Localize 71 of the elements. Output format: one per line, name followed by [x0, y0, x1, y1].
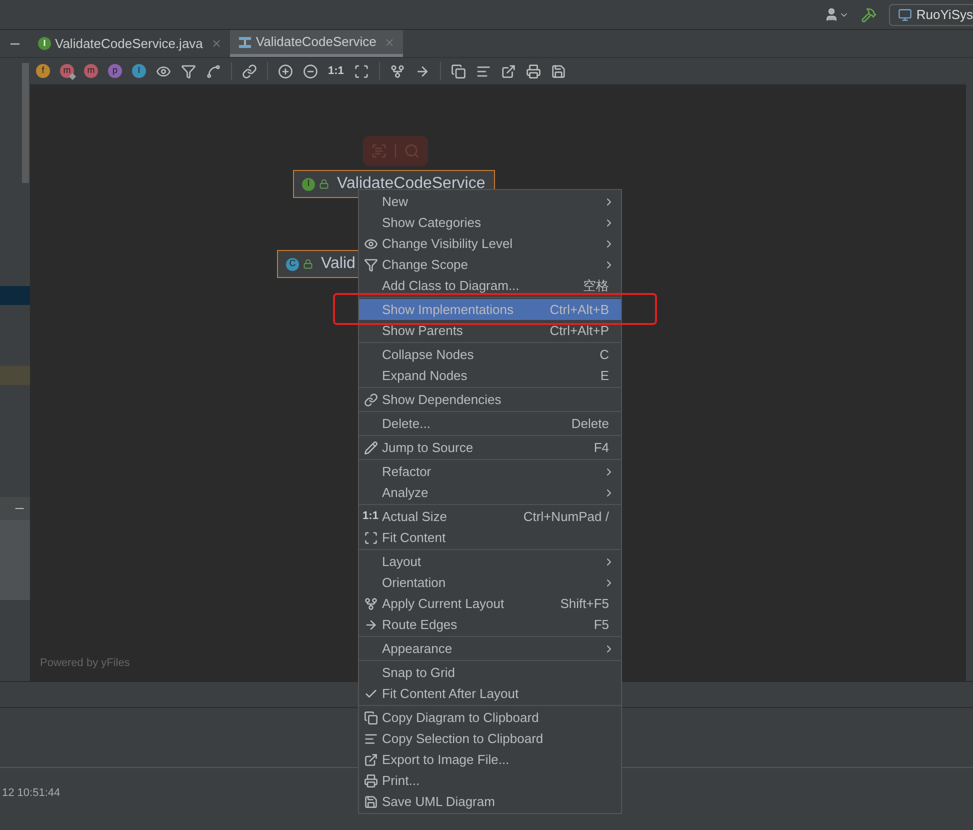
menu-item[interactable]: Fit Content — [359, 527, 621, 548]
menu-item[interactable]: Show Categories — [359, 212, 621, 233]
scrollbar[interactable] — [22, 63, 29, 183]
interface-badge-icon: I — [38, 37, 51, 50]
canvas-footer: Powered by yFiles — [40, 654, 130, 671]
fit-content-icon — [364, 530, 378, 544]
menu-item[interactable]: Route Edges F5 — [359, 614, 621, 635]
menu-item[interactable]: Appearance — [359, 638, 621, 659]
print-icon — [364, 774, 378, 788]
menu-item[interactable]: Show Parents Ctrl+Alt+P — [359, 320, 621, 341]
member-filter-icon[interactable]: m — [60, 64, 74, 78]
node-type-icon: I — [302, 178, 315, 190]
menu-item[interactable]: Collapse Nodes C — [359, 344, 621, 365]
user-icon[interactable] — [824, 7, 850, 22]
actual-size-button[interactable]: 1:1 — [328, 62, 344, 80]
menu-item[interactable]: Print... — [359, 770, 621, 791]
diagram-icon — [238, 36, 252, 48]
menu-item[interactable]: Save UML Diagram — [359, 791, 621, 812]
pencil-icon — [364, 440, 378, 454]
menu-item[interactable]: Layout — [359, 551, 621, 572]
member-filter-icon[interactable]: f — [36, 64, 50, 78]
link-icon[interactable] — [242, 64, 257, 78]
member-filter-icon[interactable]: I — [132, 64, 146, 78]
menu-item[interactable]: Snap to Grid — [359, 662, 621, 683]
menu-item[interactable]: Jump to Source F4 — [359, 437, 621, 458]
menu-item[interactable]: Delete... Delete — [359, 413, 621, 434]
menu-item[interactable]: Analyze — [359, 482, 621, 503]
menu-item[interactable]: Show Dependencies — [359, 389, 621, 410]
actual-size-glyph: 1:1 — [362, 509, 378, 524]
menu-item[interactable]: Add Class to Diagram... 空格 — [359, 275, 621, 296]
menu-item[interactable]: Fit Content After Layout — [359, 683, 621, 704]
copy-selection-icon — [364, 732, 378, 746]
menu-item[interactable]: Orientation — [359, 572, 621, 593]
hammer-icon[interactable] — [861, 6, 878, 22]
menu-item[interactable]: Copy Selection to Clipboard — [359, 728, 621, 749]
timestamp: 12 10:51:44 — [2, 788, 60, 799]
save-icon — [364, 794, 378, 808]
save-icon[interactable] — [550, 64, 566, 78]
fit-content-icon[interactable] — [354, 64, 369, 78]
menu-item[interactable]: Export to Image File... — [359, 749, 621, 770]
export-icon — [364, 752, 378, 766]
print-icon[interactable] — [526, 64, 541, 78]
filter-icon — [364, 258, 378, 272]
copy-icon — [364, 710, 378, 724]
lock-icon — [303, 259, 313, 269]
export-icon[interactable] — [500, 64, 516, 78]
eye-icon — [364, 236, 378, 250]
monitor-icon — [898, 8, 912, 22]
layout-icon[interactable] — [390, 64, 405, 78]
eye-icon[interactable] — [156, 64, 171, 78]
member-filter-icon[interactable]: p — [108, 64, 122, 78]
filter-icon[interactable] — [181, 64, 196, 78]
menu-item[interactable]: 1:1 Actual Size Ctrl+NumPad / — [359, 506, 621, 527]
editor-tab[interactable]: ValidateCodeService — [230, 30, 404, 57]
copy-selection-icon[interactable] — [476, 64, 491, 78]
menu-item[interactable]: Refactor — [359, 461, 621, 482]
menu-item[interactable]: Apply Current Layout Shift+F5 — [359, 593, 621, 614]
lock-icon — [319, 179, 329, 189]
zoom-out-icon[interactable] — [303, 64, 318, 78]
layout-icon — [364, 596, 378, 610]
edge-icon[interactable] — [206, 64, 221, 78]
member-filter-icon[interactable]: m — [84, 64, 98, 78]
link-icon — [364, 392, 378, 406]
editor-tab[interactable]: I ValidateCodeService.java — [30, 30, 230, 57]
run-config-button[interactable]: RuoYiSys — [889, 4, 973, 26]
route-arrow-icon[interactable] — [414, 64, 430, 78]
node-type-icon: C — [286, 258, 299, 270]
copy-icon[interactable] — [450, 64, 466, 78]
menu-item[interactable]: Copy Diagram to Clipboard — [359, 707, 621, 728]
zoom-in-icon[interactable] — [278, 64, 293, 78]
menu-item[interactable]: Expand Nodes E — [359, 365, 621, 386]
